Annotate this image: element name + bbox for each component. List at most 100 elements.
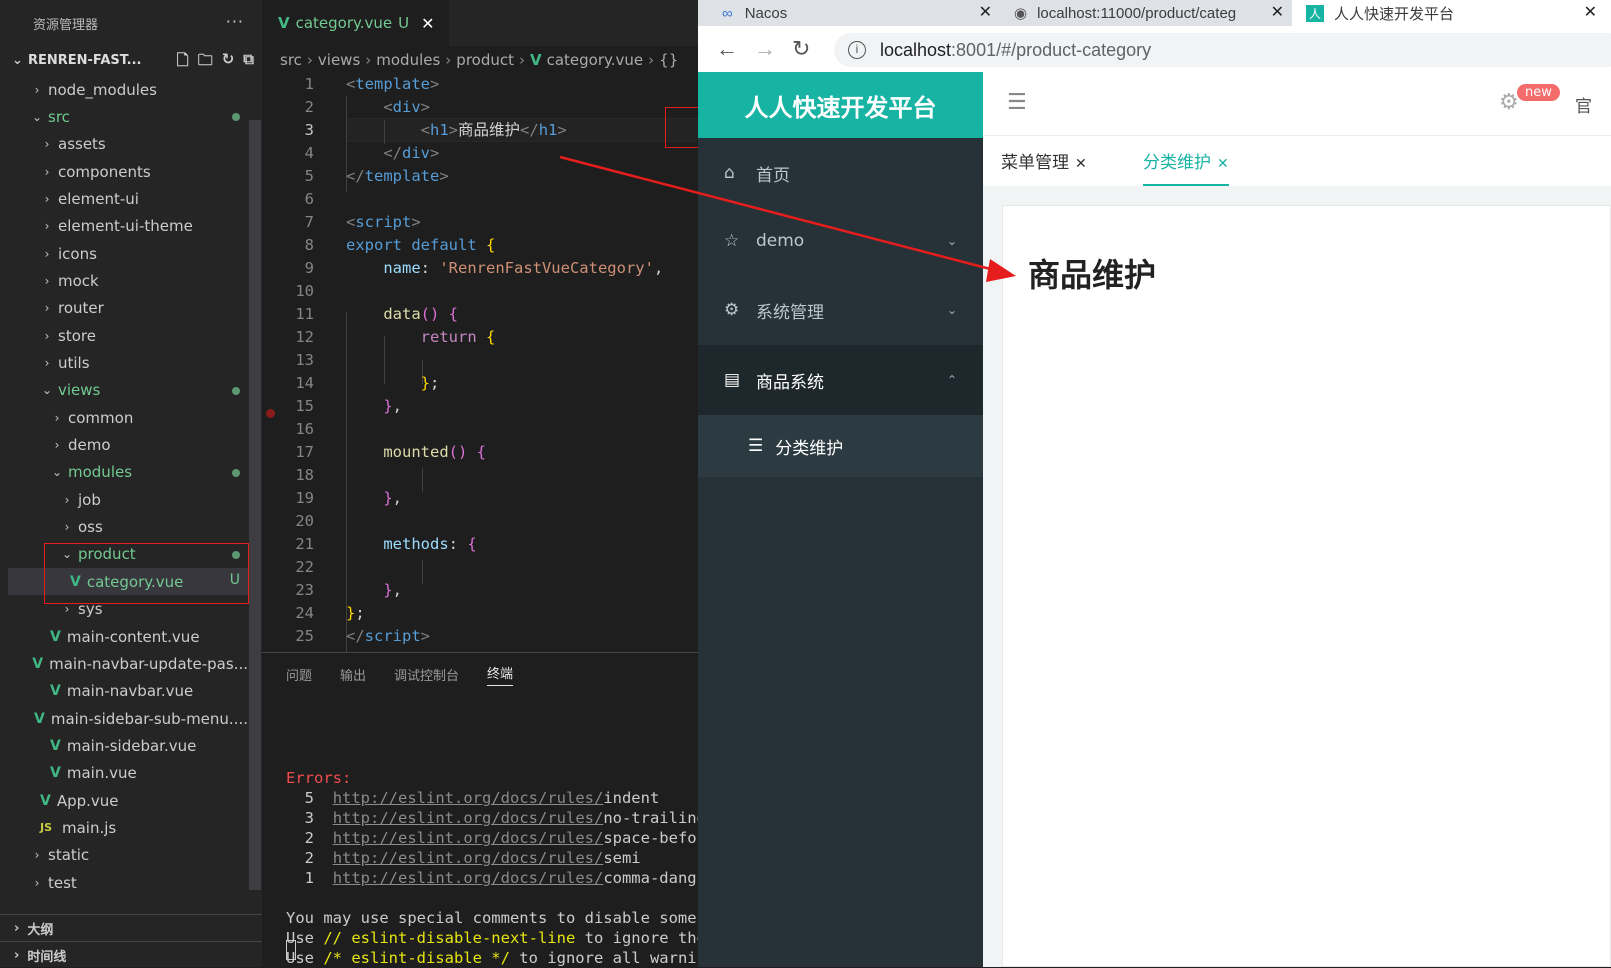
tree-item-label: main-sidebar-sub-menu.... bbox=[50, 709, 248, 728]
breadcrumb-item[interactable]: category.vue bbox=[547, 51, 644, 69]
close-icon[interactable]: ✕ bbox=[1217, 156, 1229, 172]
hamburger-icon[interactable]: ☰ bbox=[1007, 90, 1027, 115]
close-icon[interactable]: ✕ bbox=[1075, 156, 1087, 172]
code-area[interactable]: 1 <template> 2 <div> 3 <h1>商品维护</h1> 4 </… bbox=[262, 72, 698, 652]
tree-item[interactable]: Vmain-content.vue bbox=[8, 623, 248, 650]
menu-item-home[interactable]: ⌂ 首页 bbox=[698, 138, 983, 208]
tab-problems[interactable]: 问题 bbox=[286, 665, 312, 684]
rule-link[interactable]: http://eslint.org/docs/rules/ bbox=[333, 849, 604, 867]
chevron-right-icon: › bbox=[64, 520, 70, 535]
collapse-all-icon[interactable]: ⧉ bbox=[243, 50, 254, 75]
breakpoint-icon[interactable] bbox=[266, 409, 275, 418]
tree-item[interactable]: Vmain-navbar.vue bbox=[8, 678, 248, 705]
app-logo[interactable]: 人人快速开发平台 bbox=[698, 72, 983, 138]
url-input[interactable]: i localhost:8001/#/product-category bbox=[834, 33, 1611, 67]
chevron-down-icon: ⌄ bbox=[51, 465, 63, 480]
back-arrow-icon[interactable]: ← bbox=[716, 36, 738, 62]
rule-link[interactable]: http://eslint.org/docs/rules/ bbox=[333, 789, 604, 807]
new-folder-icon[interactable]: 🗀 bbox=[198, 50, 213, 75]
timeline-label: 时间线 bbox=[27, 949, 67, 965]
terminal-output[interactable]: Errors: 5 http://eslint.org/docs/rules/i… bbox=[286, 748, 715, 968]
tab-output[interactable]: 输出 bbox=[340, 665, 366, 684]
error-count: 5 bbox=[304, 789, 315, 807]
rule-link[interactable]: http://eslint.org/docs/rules/ bbox=[333, 869, 604, 887]
breadcrumb-item[interactable]: {} bbox=[659, 51, 678, 69]
tree-item[interactable]: › utils bbox=[8, 350, 248, 377]
info-icon[interactable]: i bbox=[848, 41, 866, 59]
tree-item[interactable]: › mock bbox=[8, 267, 248, 294]
timeline-pane[interactable]: › 时间线 bbox=[0, 941, 262, 968]
menu-item-product[interactable]: ▤ 商品系统 ⌃ bbox=[698, 345, 983, 415]
terminal-cursor bbox=[286, 940, 296, 960]
breadcrumb-item[interactable]: src bbox=[280, 51, 302, 69]
tree-item[interactable]: Vmain-sidebar-sub-menu.... bbox=[8, 705, 248, 732]
menu-item-system[interactable]: ⚙ 系统管理 ⌄ bbox=[698, 275, 983, 345]
tree-item[interactable]: › oss bbox=[8, 514, 248, 541]
close-icon[interactable]: ✕ bbox=[1584, 2, 1597, 22]
refresh-icon[interactable]: ↻ bbox=[222, 50, 235, 75]
tree-item[interactable]: › job bbox=[8, 486, 248, 513]
tree-item[interactable]: Vmain-sidebar.vue bbox=[8, 732, 248, 759]
vue-file-icon: V bbox=[32, 655, 44, 672]
tree-item[interactable]: › demo bbox=[8, 432, 248, 459]
chevron-right-icon: › bbox=[14, 947, 20, 963]
browser-tab-renren[interactable]: 人 人人快速开发平台 ✕ bbox=[1292, 0, 1611, 26]
tab-debug-console[interactable]: 调试控制台 bbox=[394, 665, 459, 684]
tab-terminal[interactable]: 终端 bbox=[487, 663, 514, 686]
code-line: 15 }, bbox=[295, 397, 403, 415]
tree-item[interactable]: › components bbox=[8, 158, 248, 185]
explorer-scrollbar[interactable] bbox=[249, 120, 261, 890]
close-icon[interactable]: ✕ bbox=[979, 2, 992, 22]
browser-tab-localhost[interactable]: ◉ localhost:11000/product/categ ✕ bbox=[1000, 0, 1290, 26]
tree-item[interactable]: › router bbox=[8, 295, 248, 322]
header-link[interactable]: 官 bbox=[1575, 92, 1592, 117]
outline-pane[interactable]: › 大纲 bbox=[0, 914, 262, 941]
url-host: localhost bbox=[880, 39, 952, 60]
breadcrumb-item[interactable]: product bbox=[456, 51, 514, 69]
breadcrumb-item[interactable]: views bbox=[318, 51, 360, 69]
tree-item[interactable]: › icons bbox=[8, 240, 248, 267]
settings-icon[interactable]: ⚙ bbox=[1499, 90, 1519, 115]
menu-item-demo[interactable]: ☆ demo ⌄ bbox=[698, 206, 983, 276]
tree-item[interactable]: ⌄ src bbox=[8, 103, 248, 130]
page-tab-menu[interactable]: 菜单管理 ✕ bbox=[1001, 148, 1087, 186]
tree-item-label: mock bbox=[58, 271, 99, 290]
tree-item[interactable]: ⌄ modules bbox=[8, 459, 248, 486]
submenu-item-category[interactable]: ☰ 分类维护 bbox=[698, 415, 983, 477]
code-line: 3 <h1>商品维护</h1> bbox=[304, 121, 567, 139]
page-tab-label: 分类维护 bbox=[1143, 153, 1211, 173]
tree-item[interactable]: › element-ui bbox=[8, 185, 248, 212]
vue-file-icon: V bbox=[40, 792, 51, 809]
browser-tab-nacos[interactable]: ∞ Nacos ✕ bbox=[698, 0, 998, 26]
close-icon[interactable]: ✕ bbox=[1270, 2, 1284, 22]
tree-item[interactable]: › static bbox=[8, 842, 248, 869]
more-actions-icon[interactable]: ··· bbox=[226, 12, 244, 31]
tree-item[interactable]: › test bbox=[8, 869, 248, 896]
chevron-up-icon: ⌃ bbox=[946, 373, 957, 387]
tree-item-label: router bbox=[58, 299, 104, 318]
project-root[interactable]: ⌄ RENREN-FAST... 🗋 🗀 ↻ ⧉ bbox=[0, 46, 262, 74]
tree-item[interactable]: Vmain.vue bbox=[8, 760, 248, 787]
rule-link[interactable]: http://eslint.org/docs/rules/ bbox=[333, 809, 604, 827]
tree-item[interactable]: V App.vue bbox=[8, 787, 248, 814]
tree-item-label: main-content.vue bbox=[66, 627, 200, 646]
tree-item[interactable]: › store bbox=[8, 322, 248, 349]
tree-item-label: demo bbox=[68, 436, 111, 455]
reload-icon[interactable]: ↻ bbox=[792, 36, 810, 62]
code-line: 11 data() { bbox=[295, 305, 459, 323]
forward-arrow-icon[interactable]: → bbox=[754, 36, 776, 62]
tree-item[interactable]: › common bbox=[8, 404, 248, 431]
editor-tab-category-vue[interactable]: V category.vue U ✕ bbox=[262, 0, 449, 46]
rule-link[interactable]: http://eslint.org/docs/rules/ bbox=[333, 829, 604, 847]
tree-item[interactable]: › assets bbox=[8, 131, 248, 158]
chevron-down-icon: ⌄ bbox=[946, 234, 957, 248]
new-file-icon[interactable]: 🗋 bbox=[177, 50, 189, 75]
close-icon[interactable]: ✕ bbox=[421, 14, 434, 33]
page-tab-category[interactable]: 分类维护 ✕ bbox=[1143, 148, 1229, 186]
tree-item[interactable]: JS main.js bbox=[8, 814, 248, 841]
tree-item[interactable]: › element-ui-theme bbox=[8, 213, 248, 240]
tree-item[interactable]: ⌄ views bbox=[8, 377, 248, 404]
breadcrumb-item[interactable]: modules bbox=[376, 51, 440, 69]
tree-item[interactable]: › node_modules bbox=[8, 76, 248, 103]
tree-item[interactable]: Vmain-navbar-update-pas... bbox=[8, 650, 248, 677]
